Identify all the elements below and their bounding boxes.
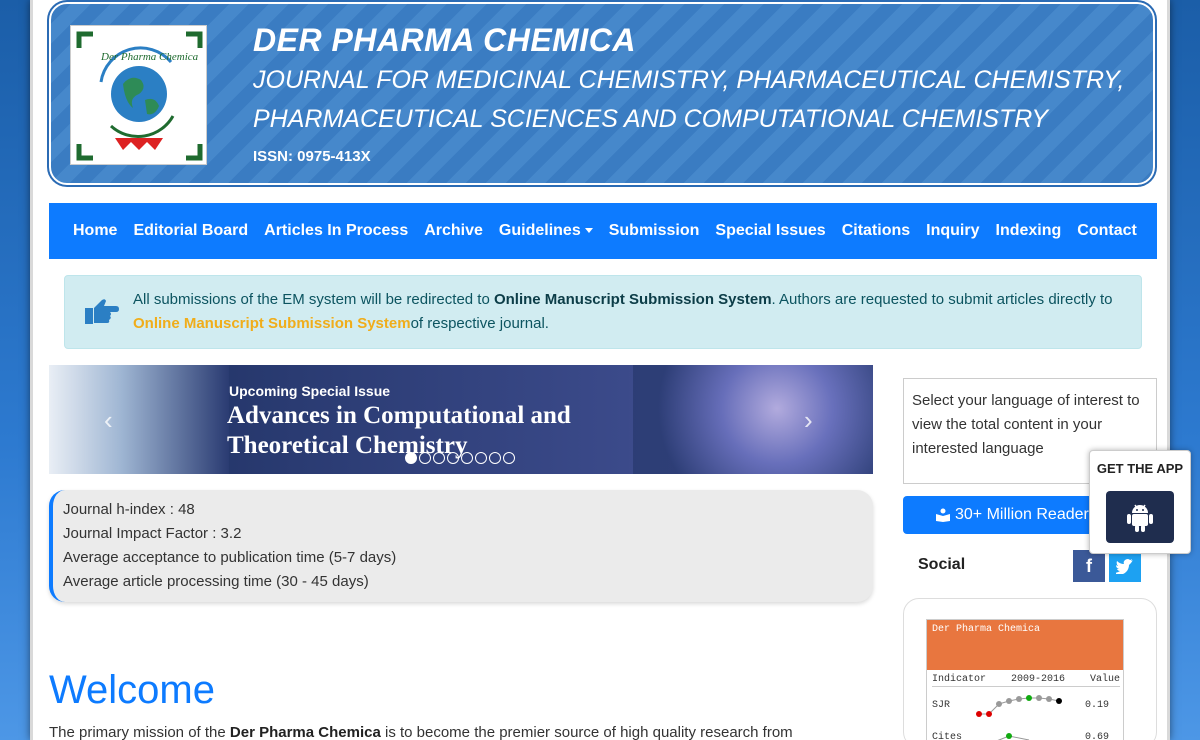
carousel-dot[interactable]: [475, 452, 487, 464]
welcome-text-after: is to become the premier source of high …: [380, 724, 793, 740]
nav-submission[interactable]: Submission: [609, 222, 700, 240]
facebook-icon[interactable]: f: [1073, 550, 1105, 582]
globe-logo-icon: Der Pharma Chemica: [76, 31, 203, 161]
manuscript-submission-link[interactable]: Online Manuscript Submission System: [133, 315, 411, 332]
welcome-heading: Welcome: [49, 668, 215, 712]
carousel-dot[interactable]: [461, 452, 473, 464]
nav-guidelines-label: Guidelines: [498, 222, 581, 239]
carousel-next-button[interactable]: ›: [804, 405, 813, 436]
logo-lettering: Der Pharma Chemica: [100, 51, 199, 63]
carousel-heading: Advances in Computational and Theoretica…: [227, 401, 571, 461]
sjr-widget-title: Der Pharma Chemica: [927, 620, 1123, 670]
metric-processing-time: Average article processing time (30 - 45…: [63, 573, 369, 590]
book-reader-icon: [936, 508, 950, 522]
alert-text-before: All submissions of the EM system will be…: [133, 291, 494, 308]
alert-text-after: of respective journal.: [410, 315, 549, 332]
hand-pointer-icon: [85, 299, 119, 324]
carousel-dot[interactable]: [447, 452, 459, 464]
journal-subtitle-line1: JOURNAL FOR MEDICINAL CHEMISTRY, PHARMAC…: [253, 66, 1125, 94]
carousel-image-left: [49, 365, 229, 474]
sjr-divider: [932, 686, 1120, 687]
sjr-header-row: Indicator 2009-2016 Value: [932, 674, 1120, 685]
nav-special-issues[interactable]: Special Issues: [715, 222, 825, 240]
sjr-card: Der Pharma Chemica Indicator 2009-2016 V…: [903, 598, 1157, 740]
metric-acceptance-time: Average acceptance to publication time (…: [63, 549, 397, 566]
carousel-heading-line1: Advances in Computational and: [227, 402, 571, 429]
sjr-row2-label: Cites: [932, 732, 963, 740]
nav-citations[interactable]: Citations: [842, 222, 910, 240]
nav-contact[interactable]: Contact: [1077, 222, 1137, 240]
language-prompt: Select your language of interest to view…: [912, 392, 1140, 457]
get-app-widget: GET THE APP: [1089, 450, 1191, 554]
sjr-sparkline-1: [976, 695, 1062, 717]
nav-home[interactable]: Home: [73, 222, 117, 240]
special-issue-carousel[interactable]: Upcoming Special Issue Advances in Compu…: [49, 365, 873, 474]
sjr-col-value: Value: [1089, 674, 1120, 685]
sjr-row1-value: 0.19: [1085, 700, 1110, 711]
alert-text-middle: . Authors are requested to submit articl…: [771, 291, 1113, 308]
carousel-heading-line2: Theoretical Chemistry: [227, 432, 468, 459]
metric-impact-factor: Journal Impact Factor : 3.2: [63, 525, 242, 542]
nav-archive[interactable]: Archive: [424, 222, 483, 240]
journal-title: DER PHARMA CHEMICA: [253, 22, 636, 58]
journal-metrics-box: Journal h-index : 48 Journal Impact Fact…: [49, 490, 873, 602]
carousel-dot[interactable]: [405, 452, 417, 464]
sjr-widget[interactable]: Der Pharma Chemica Indicator 2009-2016 V…: [926, 619, 1124, 740]
welcome-paragraph: The primary mission of the Der Pharma Ch…: [49, 724, 873, 740]
carousel-dot[interactable]: [433, 452, 445, 464]
journal-header-banner: Der Pharma Chemica DER PHARMA CHEMICA JO…: [48, 1, 1156, 186]
journal-issn: ISSN: 0975-413X: [253, 148, 371, 165]
alert-bold-link[interactable]: Online Manuscript Submission System: [494, 291, 772, 308]
carousel-dot[interactable]: [503, 452, 515, 464]
journal-logo[interactable]: Der Pharma Chemica: [70, 25, 207, 165]
submission-alert: All submissions of the EM system will be…: [64, 275, 1142, 349]
android-icon: [1127, 504, 1153, 532]
readers-button-label: 30+ Million Readers: [955, 506, 1097, 523]
twitter-icon[interactable]: [1109, 550, 1141, 582]
carousel-dot[interactable]: [489, 452, 501, 464]
sjr-row1-label: SJR: [932, 700, 951, 711]
main-navbar: Home Editorial Board Articles In Process…: [49, 203, 1157, 259]
social-label: Social: [918, 556, 966, 573]
nav-editorial-board[interactable]: Editorial Board: [133, 222, 248, 240]
nav-guidelines-dropdown[interactable]: Guidelines: [499, 222, 593, 240]
metric-h-index: Journal h-index : 48: [63, 501, 195, 518]
sjr-sparkline-2: [997, 733, 1030, 740]
welcome-text-before: The primary mission of the: [49, 724, 230, 740]
twitter-bird-icon: [1116, 559, 1133, 574]
carousel-dot[interactable]: [419, 452, 431, 464]
sjr-col-indicator: Indicator: [932, 674, 987, 685]
carousel-kicker: Upcoming Special Issue: [229, 383, 391, 399]
chevron-down-icon: [584, 228, 593, 234]
carousel-indicators: [405, 452, 517, 464]
sjr-row2-value: 0.69: [1085, 732, 1110, 740]
page-container: Der Pharma Chemica DER PHARMA CHEMICA JO…: [30, 0, 1170, 740]
android-app-button[interactable]: [1106, 491, 1174, 543]
nav-inquiry[interactable]: Inquiry: [926, 222, 979, 240]
nav-indexing[interactable]: Indexing: [996, 222, 1062, 240]
sjr-col-years: 2009-2016: [1010, 674, 1065, 685]
carousel-prev-button[interactable]: ‹: [104, 405, 113, 436]
carousel-image-right: [633, 365, 873, 474]
alert-message: All submissions of the EM system will be…: [133, 288, 1123, 336]
journal-subtitle-line2: PHARMACEUTICAL SCIENCES AND COMPUTATIONA…: [253, 105, 1049, 133]
nav-articles-in-process[interactable]: Articles In Process: [264, 222, 408, 240]
welcome-journal-name: Der Pharma Chemica: [229, 724, 381, 740]
get-app-label: GET THE APP: [1096, 461, 1184, 476]
